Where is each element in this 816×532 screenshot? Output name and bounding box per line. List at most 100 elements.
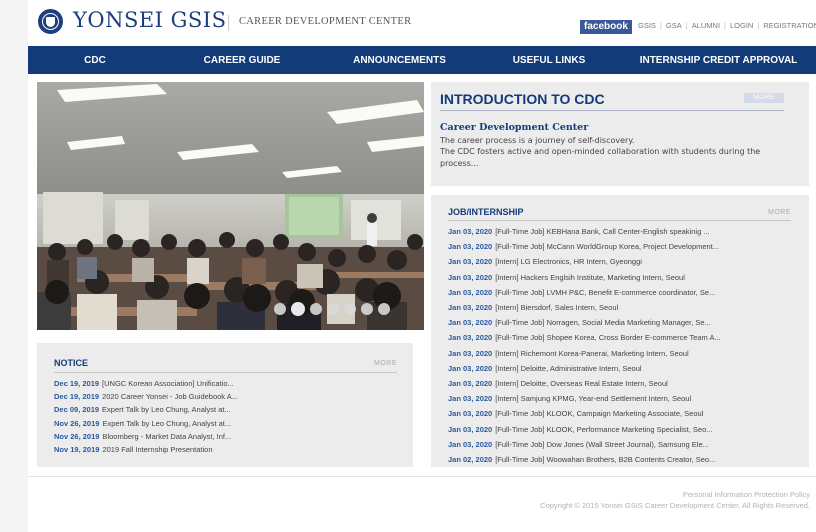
job-item[interactable]: Jan 03, 2020 [Full-Time Job] KLOOK, Perfo… (448, 422, 793, 437)
slide-dot-5[interactable] (344, 303, 356, 315)
slide-dot-2[interactable] (291, 302, 305, 316)
intro-divider (440, 110, 784, 111)
intro-more-button[interactable]: MORE (744, 93, 784, 103)
job-item[interactable]: Jan 03, 2020 [Full-Time Job] Shopee Korea… (448, 330, 793, 345)
top-link-login[interactable]: LOGIN (730, 21, 753, 30)
notice-text[interactable]: 2019 Fall Internship Presentation (102, 445, 212, 454)
job-text[interactable]: [Full-Time Job] KLOOK, Performance Marke… (495, 425, 712, 434)
slide-dot-3[interactable] (310, 303, 322, 315)
job-date: Jan 03, 2020 (448, 287, 493, 297)
jobs-divider (448, 220, 791, 221)
notice-item[interactable]: Dec 09, 2019 Expert Talk by Leo Chung, An… (54, 403, 399, 416)
slide-dot-1[interactable] (274, 303, 286, 315)
job-item[interactable]: Jan 03, 2020 [Full-Time Job] LVMH P&C, Be… (448, 285, 793, 300)
site-logo-text[interactable]: YONSEI GSIS (73, 8, 226, 32)
job-date: Jan 03, 2020 (448, 303, 493, 313)
job-text[interactable]: [Intern] Deloitte, Administrative Intern… (495, 364, 641, 373)
job-text[interactable]: [Intern] Deloitte, Overseas Real Estate … (495, 379, 668, 388)
job-internship-panel: JOB/INTERNSHIP MORE Jan 03, 2020 [Full-Ti… (431, 195, 809, 467)
top-link-registration[interactable]: REGISTRATION (763, 21, 816, 30)
footer-divider (28, 476, 816, 477)
job-item[interactable]: Jan 03, 2020 [Full-Time Job] McCann World… (448, 239, 793, 254)
job-item[interactable]: Jan 03, 2020 [Full-Time Job] KLOOK, Campa… (448, 406, 793, 421)
nav-item-cdc[interactable]: CDC (28, 46, 162, 74)
job-date: Jan 03, 2020 (448, 242, 493, 252)
top-link-alumni[interactable]: ALUMNI (692, 21, 720, 30)
notice-text[interactable]: 2020 Career Yonsei - Job Guidebook A... (102, 392, 238, 401)
job-item[interactable]: Jan 03, 2020 [Intern] Hackers Englsih Ins… (448, 270, 793, 285)
yonsei-seal-icon[interactable] (38, 9, 63, 34)
job-text[interactable]: [Full-Time Job] Dow Jones (Wall Street J… (495, 440, 709, 449)
slide-dot-6[interactable] (361, 303, 373, 315)
job-text[interactable]: [Full-Time Job] KEBHana Bank, Call Cente… (495, 227, 709, 236)
main-nav: CDC CAREER GUIDE ANNOUNCEMENTS USEFUL LI… (28, 46, 816, 74)
notice-text[interactable]: [UNGC Korean Association] Unificatio... (102, 379, 234, 388)
site-header: YONSEI GSIS CAREER DEVELOPMENT CENTER fa… (28, 0, 816, 46)
notice-item[interactable]: Nov 26, 2019 Expert Talk by Leo Chung, An… (54, 417, 399, 430)
job-item[interactable]: Jan 03, 2020 [Intern] Samjung KPMG, Year-… (448, 391, 793, 406)
slide-dot-4[interactable] (327, 303, 339, 315)
job-text[interactable]: [Intern] Richemont Korea-Panerai, Market… (495, 349, 688, 358)
notice-item[interactable]: Dec 19, 2019 2020 Career Yonsei - Job Gui… (54, 390, 399, 403)
job-item[interactable]: Jan 03, 2020 [Intern] Richemont Korea-Pan… (448, 346, 793, 361)
nav-item-career-guide[interactable]: CAREER GUIDE (162, 46, 322, 74)
job-text[interactable]: [Intern] Samjung KPMG, Year-end Settleme… (495, 394, 691, 403)
job-date: Jan 02, 2020 (448, 455, 493, 465)
link-separator: | (685, 21, 688, 30)
privacy-policy-link[interactable]: Personal Information Protection Policy (683, 490, 810, 499)
job-item[interactable]: Jan 03, 2020 [Intern] Deloitte, Overseas … (448, 376, 793, 391)
notice-item[interactable]: Nov 26, 2019 Bloomberg - Market Data Anal… (54, 430, 399, 443)
job-text[interactable]: [Full-Time Job] McCann WorldGroup Korea,… (495, 242, 719, 251)
job-text[interactable]: [Full-Time Job] Shopee Korea, Cross Bord… (495, 333, 721, 342)
job-text[interactable]: [Intern] Biersdorf, Sales Intern, Seoul (495, 303, 618, 312)
job-date: Jan 03, 2020 (448, 363, 493, 373)
job-text[interactable]: [Intern] LG Electronics, HR Intern, Gyeo… (495, 257, 642, 266)
page-content: YONSEI GSIS CAREER DEVELOPMENT CENTER fa… (28, 0, 816, 532)
job-item[interactable]: Jan 03, 2020 [Intern] Deloitte, Administr… (448, 361, 793, 376)
intro-heading: Career Development Center (440, 122, 589, 133)
job-item[interactable]: Jan 02, 2020 [Full-Time Job] Woowahan Bro… (448, 452, 793, 467)
link-separator: | (724, 21, 726, 30)
notice-title: NOTICE (54, 358, 89, 368)
job-date: Jan 03, 2020 (448, 394, 493, 404)
notice-divider (54, 372, 397, 373)
notice-more-link[interactable]: MORE (374, 360, 397, 367)
nav-item-internship-credit-approval[interactable]: INTERNSHIP CREDIT APPROVAL (621, 46, 816, 74)
slide-dot-7[interactable] (378, 303, 390, 315)
page-background: YONSEI GSIS CAREER DEVELOPMENT CENTER fa… (0, 0, 816, 532)
notice-item[interactable]: Dec 19, 2019 [UNGC Korean Association] Un… (54, 377, 399, 390)
job-text[interactable]: [Intern] Hackers Englsih Institute, Mark… (495, 273, 685, 282)
notice-text[interactable]: Bloomberg - Market Data Analyst, Inf... (102, 432, 231, 441)
jobs-more-link[interactable]: MORE (768, 209, 791, 216)
copyright-text: Copyright © 2015 Yonsei GSIS Career Deve… (540, 501, 810, 510)
notice-item[interactable]: Nov 19, 2019 2019 Fall Internship Present… (54, 443, 399, 456)
job-text[interactable]: [Full-Time Job] LVMH P&C, Benefit E-comm… (495, 288, 715, 297)
job-text[interactable]: [Full-Time Job] Norragen, Social Media M… (495, 318, 711, 327)
facebook-link[interactable]: facebook (580, 20, 632, 34)
top-link-gsis[interactable]: GSIS (638, 21, 656, 30)
job-item[interactable]: Jan 03, 2020 [Intern] LG Electronics, HR … (448, 254, 793, 269)
job-list: Jan 03, 2020 [Full-Time Job] KEBHana Bank… (448, 224, 793, 467)
nav-item-announcements[interactable]: ANNOUNCEMENTS (322, 46, 477, 74)
notice-date: Nov 26, 2019 (54, 431, 100, 441)
notice-text[interactable]: Expert Talk by Leo Chung, Analyst at... (102, 419, 231, 428)
site-subtitle: CAREER DEVELOPMENT CENTER (239, 16, 412, 27)
notice-panel: NOTICE MORE Dec 19, 2019 [UNGC Korean Ass… (37, 343, 413, 467)
job-text[interactable]: [Full-Time Job] KLOOK, Campaign Marketin… (495, 409, 703, 418)
job-item[interactable]: Jan 03, 2020 [Full-Time Job] Dow Jones (W… (448, 437, 793, 452)
logo-divider (228, 15, 229, 31)
job-date: Jan 03, 2020 (448, 272, 493, 282)
job-item[interactable]: Jan 03, 2020 [Full-Time Job] KEBHana Bank… (448, 224, 793, 239)
notice-date: Nov 19, 2019 (54, 445, 100, 455)
top-link-gsa[interactable]: GSA (666, 21, 682, 30)
job-text[interactable]: [Full-Time Job] Woowahan Brothers, B2B C… (495, 455, 715, 464)
notice-text[interactable]: Expert Talk by Leo Chung, Analyst at... (102, 405, 231, 414)
nav-item-useful-links[interactable]: USEFUL LINKS (477, 46, 621, 74)
notice-list: Dec 19, 2019 [UNGC Korean Association] Un… (54, 377, 399, 456)
slideshow-image[interactable] (37, 82, 424, 330)
job-item[interactable]: Jan 03, 2020 [Intern] Biersdorf, Sales In… (448, 300, 793, 315)
notice-date: Dec 19, 2019 (54, 392, 100, 402)
job-date: Jan 03, 2020 (448, 348, 493, 358)
job-item[interactable]: Jan 03, 2020 [Full-Time Job] Norragen, So… (448, 315, 793, 330)
job-date: Jan 03, 2020 (448, 318, 493, 328)
